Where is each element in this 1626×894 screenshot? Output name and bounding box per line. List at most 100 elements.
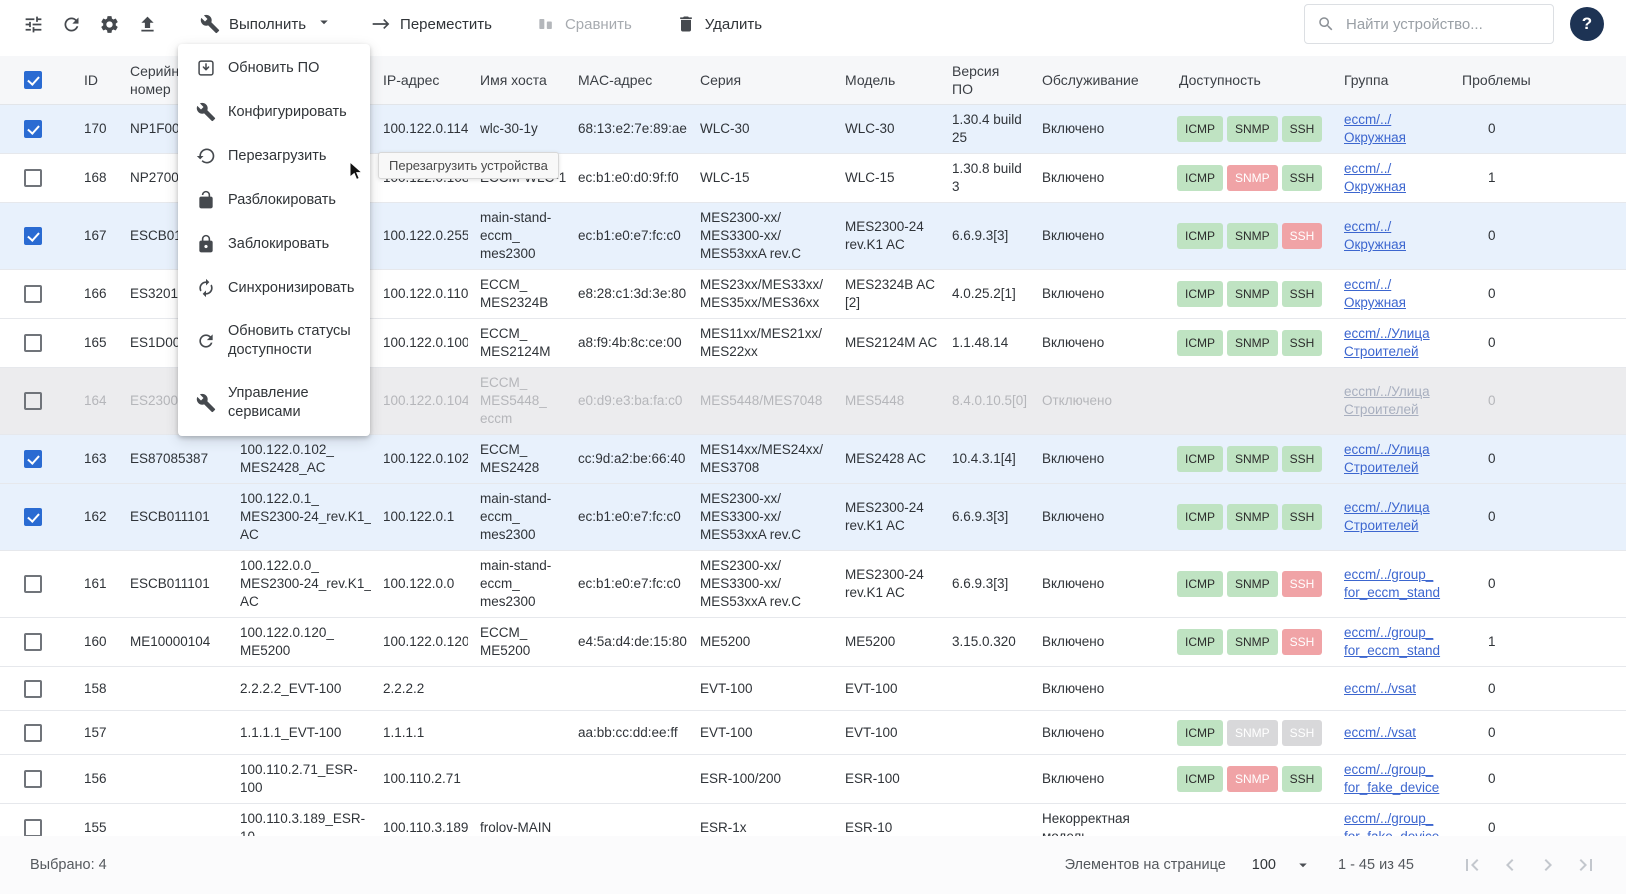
group-link[interactable]: eccm/../ Окружная (1344, 277, 1406, 310)
group-cell: eccm/../group_ for_fake_device (1332, 755, 1450, 804)
id-cell: 160 (72, 618, 118, 667)
column-header: Имя хоста (468, 56, 566, 105)
group-link[interactable]: eccm/../Улица Строителей (1344, 326, 1430, 359)
group-link[interactable]: eccm/../group_ for_eccm_stand (1344, 625, 1440, 658)
tune-icon (23, 14, 44, 35)
mac-cell: 68:13:e2:7e:89:ae (566, 105, 688, 154)
row-checkbox[interactable] (24, 227, 42, 245)
row-checkbox[interactable] (24, 819, 42, 837)
row-checkbox[interactable] (24, 169, 42, 187)
menu-item-refresh-statuses[interactable]: Обновить статусы доступности (178, 310, 370, 372)
upload-button[interactable] (128, 5, 166, 43)
service-cell: Включено (1030, 484, 1167, 551)
menu-item-update-firmware[interactable]: Обновить ПО (178, 46, 370, 90)
group-link[interactable]: eccm/../ Окружная (1344, 161, 1406, 194)
mac-cell (566, 755, 688, 804)
column-header: Обслуживание (1030, 56, 1167, 105)
checkbox-cell (0, 435, 72, 484)
version-cell: 6.6.9.3[3] (940, 203, 1030, 270)
menu-item-lock[interactable]: Заблокировать (178, 222, 370, 266)
move-label: Переместить (400, 16, 492, 33)
menu-item-manage-services[interactable]: Управление сервисами (178, 372, 370, 434)
settings-button[interactable] (90, 5, 128, 43)
refresh-button[interactable] (52, 5, 90, 43)
compare-button[interactable]: Сравнить (528, 8, 640, 40)
search-input[interactable] (1344, 15, 1541, 34)
menu-item-configure[interactable]: Конфигурировать (178, 90, 370, 134)
availability-badge-ssh: SSH (1282, 446, 1323, 472)
group-cell: eccm/../group_ for_eccm_stand (1332, 618, 1450, 667)
row-checkbox[interactable] (24, 770, 42, 788)
availability-badge-snmp: SNMP (1227, 223, 1278, 249)
row-checkbox[interactable] (24, 334, 42, 352)
per-page-select[interactable]: 100 (1252, 856, 1312, 874)
prev-page-button[interactable] (1496, 851, 1524, 879)
menu-item-reboot[interactable]: Перезагрузить (178, 134, 370, 178)
move-button[interactable]: Переместить (363, 8, 500, 40)
execute-button[interactable]: Выполнить (192, 7, 341, 41)
mac-cell: cc:9d:a2:be:66:40 (566, 435, 688, 484)
group-link[interactable]: eccm/../vsat (1344, 681, 1416, 696)
row-checkbox[interactable] (24, 633, 42, 651)
select-all-checkbox[interactable] (24, 71, 42, 89)
id-cell: 165 (72, 319, 118, 368)
help-button[interactable]: ? (1570, 7, 1604, 41)
availability-badge-snmp: SNMP (1227, 446, 1278, 472)
table-row[interactable]: 163ES87085387100.122.0.102_ MES2428_AC10… (0, 435, 1626, 484)
availability-cell: ICMPSNMPSSH (1167, 319, 1332, 368)
availability-badge-icmp: ICMP (1177, 446, 1223, 472)
row-checkbox[interactable] (24, 575, 42, 593)
host-cell (468, 755, 566, 804)
availability-cell (1167, 368, 1332, 435)
group-cell: eccm/../group_ for_eccm_stand (1332, 551, 1450, 618)
table-row[interactable]: 161ESCB011101100.122.0.0_ MES2300-24_rev… (0, 551, 1626, 618)
group-link[interactable]: eccm/../Улица Строителей (1344, 500, 1430, 533)
group-link[interactable]: eccm/../ Окружная (1344, 112, 1406, 145)
availability-cell: ICMPSNMPSSH (1167, 105, 1332, 154)
availability-badge-icmp: ICMP (1177, 330, 1223, 356)
execute-label: Выполнить (229, 16, 306, 33)
last-page-button[interactable] (1572, 851, 1600, 879)
lock-icon (196, 234, 216, 254)
availability-badge-snmp: SNMP (1227, 720, 1278, 746)
execute-dropdown-menu: Обновить ПО Конфигурировать Перезагрузит… (178, 44, 370, 436)
group-link[interactable]: eccm/../group_ for_eccm_stand (1344, 567, 1440, 600)
model-cell: MES2300-24 rev.K1 AC (833, 484, 940, 551)
next-page-button[interactable] (1534, 851, 1562, 879)
first-page-button[interactable] (1458, 851, 1486, 879)
row-checkbox[interactable] (24, 285, 42, 303)
group-cell: eccm/../Улица Строителей (1332, 319, 1450, 368)
row-checkbox[interactable] (24, 508, 42, 526)
problems-cell: 0 (1450, 484, 1626, 551)
table-row[interactable]: 1571.1.1.1_EVT-1001.1.1.1aa:bb:cc:dd:ee:… (0, 711, 1626, 755)
table-row[interactable]: 156100.110.2.71_ESR- 100100.110.2.71ESR-… (0, 755, 1626, 804)
table-row[interactable]: 1582.2.2.2_EVT-1002.2.2.2EVT-100EVT-100В… (0, 667, 1626, 711)
row-checkbox[interactable] (24, 724, 42, 742)
group-link[interactable]: eccm/../Улица Строителей (1344, 442, 1430, 475)
table-row[interactable]: 160ME10000104100.122.0.120_ ME5200100.12… (0, 618, 1626, 667)
series-cell: MES11xx/MES21xx/ MES22xx (688, 319, 833, 368)
availability-badge-ssh: SSH (1282, 629, 1323, 655)
delete-button[interactable]: Удалить (668, 8, 770, 40)
row-checkbox[interactable] (24, 392, 42, 410)
group-link[interactable]: eccm/../ Окружная (1344, 219, 1406, 252)
checkbox-cell (0, 711, 72, 755)
group-link[interactable]: eccm/../Улица Строителей (1344, 384, 1430, 417)
menu-item-unlock[interactable]: Разблокировать (178, 178, 370, 222)
id-cell: 163 (72, 435, 118, 484)
sync-icon (196, 278, 216, 298)
row-checkbox[interactable] (24, 120, 42, 138)
chevron-down-icon (315, 13, 333, 35)
group-link[interactable]: eccm/../vsat (1344, 725, 1416, 740)
model-cell: MES2324B AC [2] (833, 270, 940, 319)
filter-columns-button[interactable] (14, 5, 52, 43)
row-checkbox[interactable] (24, 680, 42, 698)
availability-badge-ssh: SSH (1282, 504, 1323, 530)
arrow-right-icon (371, 14, 391, 34)
row-checkbox[interactable] (24, 450, 42, 468)
table-row[interactable]: 162ESCB011101100.122.0.1_ MES2300-24_rev… (0, 484, 1626, 551)
host-cell: ECCM_ MES2428 (468, 435, 566, 484)
group-link[interactable]: eccm/../group_ for_fake_device (1344, 762, 1439, 795)
availability-cell: ICMPSNMPSSH (1167, 203, 1332, 270)
menu-item-synchronize[interactable]: Синхронизировать (178, 266, 370, 310)
